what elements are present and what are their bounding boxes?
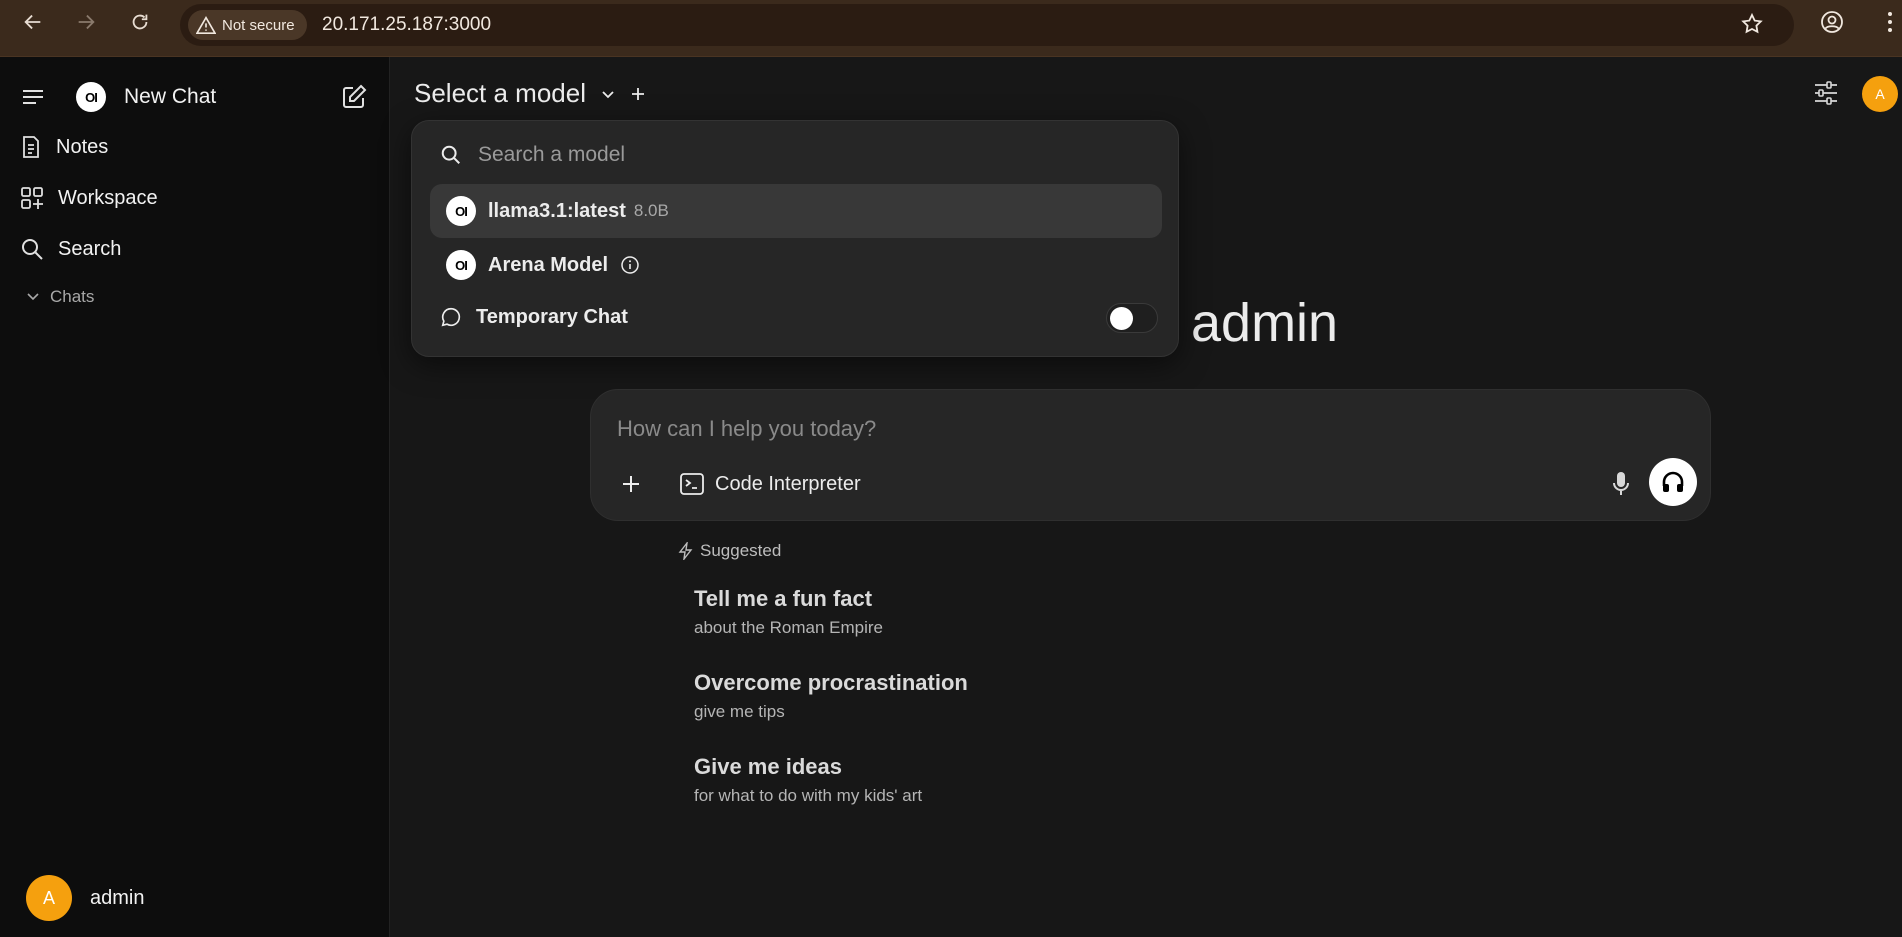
temporary-chat-row[interactable]: Temporary Chat: [440, 297, 1158, 337]
greeting-name: admin: [1191, 293, 1339, 353]
chevron-down-icon: [602, 90, 614, 98]
voice-mode-button[interactable]: [1649, 458, 1697, 506]
sidebar-item-notes[interactable]: Notes: [20, 129, 108, 165]
back-button[interactable]: [17, 8, 49, 36]
notes-icon: [23, 136, 39, 158]
new-chat-button[interactable]: [340, 83, 368, 116]
temporary-chat-label: Temporary Chat: [476, 305, 628, 328]
security-label: Not secure: [222, 16, 295, 34]
sidebar-toggle-button[interactable]: [20, 84, 46, 115]
suggestion-item[interactable]: Give me ideas for what to do with my kid…: [694, 754, 922, 806]
avatar: A: [26, 875, 72, 921]
browser-toolbar: Not secure 20.171.25.187:3000: [0, 0, 1902, 57]
suggestion-item[interactable]: Tell me a fun fact about the Roman Empir…: [694, 586, 883, 638]
headphones-icon: [1662, 471, 1684, 492]
code-interpreter-label: Code Interpreter: [715, 472, 861, 495]
model-select-label: Select a model: [414, 78, 586, 108]
add-model-icon[interactable]: [630, 86, 646, 102]
chevron-down-icon: [27, 293, 39, 301]
sidebar-item-label: Notes: [56, 135, 109, 158]
browser-menu-button[interactable]: [1874, 8, 1902, 36]
attach-button[interactable]: [613, 466, 649, 502]
profile-button[interactable]: [1816, 8, 1848, 36]
model-option-arena[interactable]: OI Arena Model: [430, 238, 1162, 292]
sliders-icon: [1815, 81, 1837, 105]
model-logo: OI: [446, 196, 476, 226]
sidebar-item-label: Search: [58, 237, 122, 260]
model-dropdown: OI llama3.1:latest 8.0B OI Arena Model T…: [411, 120, 1179, 357]
model-selector[interactable]: Select a model: [414, 78, 646, 109]
chats-label: Chats: [50, 287, 95, 306]
new-chat-label: New Chat: [124, 85, 217, 108]
microphone-icon: [1613, 472, 1629, 495]
chat-input-box: Code Interpreter: [590, 389, 1711, 521]
model-search: [440, 143, 1078, 167]
model-name: Arena Model: [488, 253, 609, 276]
suggestion-title: Overcome procrastination: [694, 670, 968, 695]
user-menu[interactable]: A admin: [26, 875, 144, 921]
security-chip[interactable]: Not secure: [188, 10, 307, 40]
user-name: admin: [90, 886, 145, 909]
lightning-icon: [678, 542, 693, 560]
suggestion-title: Tell me a fun fact: [694, 586, 873, 611]
sidebar: OI New Chat Notes Workspace Search Chats…: [0, 57, 390, 937]
terminal-icon: [680, 473, 704, 495]
header-avatar[interactable]: A: [1862, 76, 1898, 112]
account-circle-icon: [1821, 11, 1843, 33]
model-option-llama3.1[interactable]: OI llama3.1:latest 8.0B: [430, 184, 1162, 238]
suggestion-item[interactable]: Overcome procrastination give me tips: [694, 670, 968, 722]
menu-icon: [23, 90, 43, 104]
more-vertical-icon: [1888, 12, 1892, 32]
sidebar-item-search[interactable]: Search: [20, 231, 121, 267]
url-text: 20.171.25.187:3000: [322, 14, 492, 35]
reload-button[interactable]: [124, 8, 156, 36]
model-name: llama3.1:latest: [488, 199, 626, 222]
arrow-right-icon: [78, 14, 95, 30]
bookmark-star-button[interactable]: [1740, 12, 1764, 41]
openwebui-logo: OI: [76, 82, 106, 112]
chats-section-toggle[interactable]: Chats: [26, 287, 94, 307]
new-chat-link[interactable]: OI New Chat: [76, 82, 216, 112]
search-icon: [441, 145, 460, 164]
sidebar-header: OI New Chat: [0, 79, 390, 115]
address-bar[interactable]: Not secure 20.171.25.187:3000: [180, 4, 1794, 46]
sidebar-item-workspace[interactable]: Workspace: [20, 180, 158, 216]
edit-icon: [343, 84, 367, 108]
sidebar-item-label: Workspace: [58, 186, 158, 209]
grid-plus-icon: [21, 187, 43, 209]
suggestion-subtitle: for what to do with my kids' art: [694, 786, 923, 805]
controls-button[interactable]: [1812, 80, 1840, 111]
plus-icon: [623, 476, 639, 492]
suggested-label: Suggested: [700, 541, 782, 560]
reload-icon: [132, 14, 148, 30]
model-size: 8.0B: [633, 201, 669, 220]
chat-bubble-icon: [441, 307, 461, 327]
chat-input[interactable]: [617, 416, 1617, 450]
suggestion-subtitle: about the Roman Empire: [694, 618, 883, 637]
forward-button[interactable]: [70, 8, 102, 36]
temporary-chat-toggle[interactable]: [1106, 303, 1158, 333]
model-search-input[interactable]: [478, 143, 1078, 167]
suggestion-title: Give me ideas: [694, 754, 842, 779]
search-icon: [22, 239, 43, 260]
star-icon: [1741, 12, 1763, 34]
dictate-button[interactable]: [1603, 466, 1639, 502]
arrow-left-icon: [24, 14, 41, 30]
model-logo: OI: [446, 250, 476, 280]
info-icon[interactable]: [620, 255, 640, 275]
suggestion-subtitle: give me tips: [694, 702, 785, 721]
code-interpreter-button[interactable]: Code Interpreter: [679, 466, 861, 502]
suggested-heading: Suggested: [678, 541, 781, 561]
toggle-knob: [1110, 307, 1133, 330]
warning-icon: [196, 16, 216, 34]
